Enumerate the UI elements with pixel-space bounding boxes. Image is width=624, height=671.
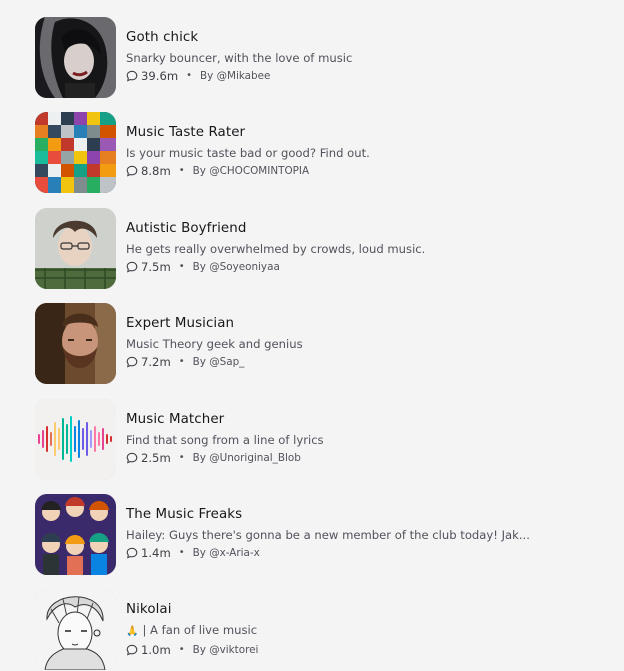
music-freaks-avatar-image (35, 494, 116, 575)
character-meta: 39.6m • By @Mikabee (126, 69, 586, 83)
interaction-count: 2.5m (141, 451, 171, 465)
character-description: Find that song from a line of lyrics (126, 433, 324, 447)
author-link[interactable]: By @Soyeoniyaa (193, 260, 280, 274)
character-title[interactable]: Goth chick (126, 30, 586, 46)
interaction-count: 1.0m (141, 643, 171, 657)
character-description: Is your music taste bad or good? Find ou… (126, 146, 370, 160)
character-meta: 1.0m • By @viktorei (126, 643, 586, 657)
expert-musician-avatar-image (35, 303, 116, 384)
autistic-boyfriend-avatar-image (35, 208, 116, 289)
character-description: Snarky bouncer, with the love of music (126, 51, 353, 65)
meta-separator: • (178, 547, 185, 558)
interaction-count: 1.4m (141, 546, 171, 560)
character-title[interactable]: The Music Freaks (126, 507, 586, 523)
chat-bubble-icon (126, 261, 138, 273)
chat-bubble-icon (126, 165, 138, 177)
character-card-the-music-freaks[interactable]: The Music Freaks Hailey: Guys there's go… (35, 494, 595, 575)
character-description-row: 🙏 | A fan of live music (126, 623, 536, 639)
author-link[interactable]: By @Mikabee (200, 69, 270, 83)
interaction-count: 7.5m (141, 260, 171, 274)
character-description: | A fan of live music (142, 623, 258, 637)
author-link[interactable]: By @Sap_ (193, 355, 245, 369)
character-card-nikolai[interactable]: Nikolai 🙏 | A fan of live music 1.0m • By… (35, 589, 595, 670)
interaction-count: 39.6m (141, 69, 179, 83)
sound-wave-avatar-image (35, 399, 116, 480)
character-avatar[interactable] (35, 399, 116, 480)
character-title[interactable]: Music Taste Rater (126, 125, 586, 141)
meta-separator: • (178, 165, 185, 176)
character-card-music-matcher[interactable]: Music Matcher Find that song from a line… (35, 399, 595, 480)
chat-bubble-icon (126, 547, 138, 559)
character-card-expert-musician[interactable]: Expert Musician Music Theory geek and ge… (35, 303, 595, 384)
character-avatar[interactable] (35, 589, 116, 670)
meta-separator: • (178, 356, 185, 367)
nikolai-avatar-image (35, 589, 116, 670)
chat-bubble-icon (126, 452, 138, 464)
character-avatar[interactable] (35, 208, 116, 289)
author-link[interactable]: By @Unoriginal_Blob (193, 451, 301, 465)
chat-bubble-icon (126, 70, 138, 82)
character-meta: 7.5m • By @Soyeoniyaa (126, 260, 586, 274)
character-avatar[interactable] (35, 112, 116, 193)
character-card-music-taste-rater[interactable]: Music Taste Rater Is your music taste ba… (35, 112, 595, 193)
character-description: Hailey: Guys there's gonna be a new memb… (126, 528, 530, 542)
goth-chick-avatar-image (35, 17, 116, 98)
interaction-count: 7.2m (141, 355, 171, 369)
meta-separator: • (178, 452, 185, 463)
chat-bubble-icon (126, 356, 138, 368)
character-meta: 7.2m • By @Sap_ (126, 355, 586, 369)
character-avatar[interactable] (35, 303, 116, 384)
meta-separator: • (186, 70, 193, 81)
character-title[interactable]: Music Matcher (126, 412, 586, 428)
character-meta: 2.5m • By @Unoriginal_Blob (126, 451, 586, 465)
character-description: He gets really overwhelmed by crowds, lo… (126, 242, 426, 256)
character-description: Music Theory geek and genius (126, 337, 303, 351)
author-link[interactable]: By @x-Aria-x (193, 546, 260, 560)
character-avatar[interactable] (35, 17, 116, 98)
character-avatar[interactable] (35, 494, 116, 575)
meta-separator: • (178, 261, 185, 272)
author-link[interactable]: By @viktorei (193, 643, 259, 657)
chat-bubble-icon (126, 644, 138, 656)
interaction-count: 8.8m (141, 164, 171, 178)
character-title[interactable]: Nikolai (126, 602, 586, 618)
character-title[interactable]: Autistic Boyfriend (126, 221, 586, 237)
album-grid-avatar-image (35, 112, 116, 193)
character-meta: 8.8m • By @CHOCOMINTOPIA (126, 164, 586, 178)
character-card-autistic-boyfriend[interactable]: Autistic Boyfriend He gets really overwh… (35, 208, 595, 289)
praying-hands-emoji: 🙏 (126, 626, 139, 637)
character-title[interactable]: Expert Musician (126, 316, 586, 332)
author-link[interactable]: By @CHOCOMINTOPIA (193, 164, 309, 178)
character-meta: 1.4m • By @x-Aria-x (126, 546, 586, 560)
meta-separator: • (178, 644, 185, 655)
character-card-goth-chick[interactable]: Goth chick Snarky bouncer, with the love… (35, 17, 595, 98)
